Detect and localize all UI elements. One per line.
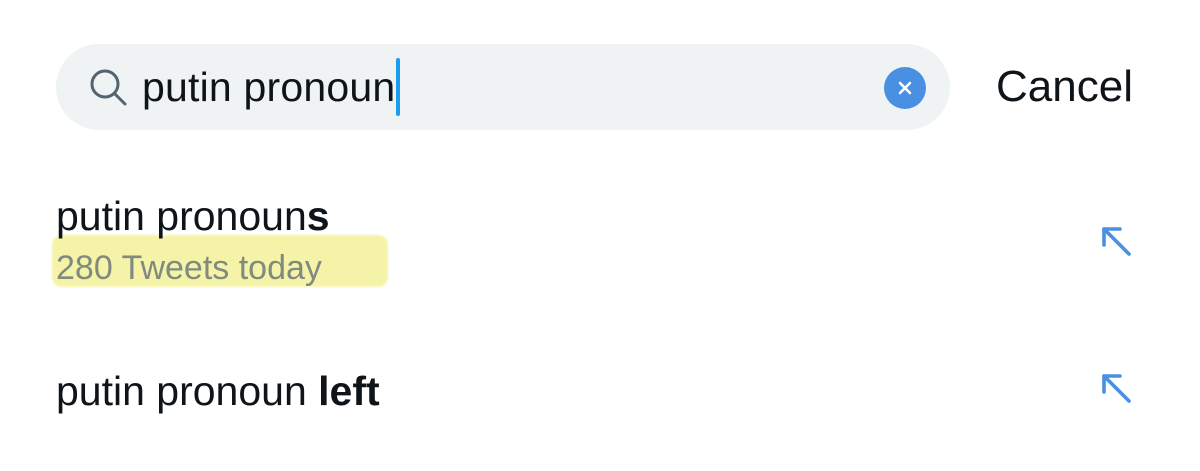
cancel-button[interactable]: Cancel (996, 62, 1133, 112)
search-icon (90, 69, 127, 106)
search-input[interactable]: putin pronoun (142, 52, 401, 122)
suggestion-prefix: putin pronoun (56, 368, 319, 414)
search-suggestion[interactable]: putin pronouns 280 Tweets today (0, 185, 1200, 305)
search-screen: putin pronoun Cancel putin pronouns 280 … (0, 0, 1200, 471)
suggestion-completion: left (318, 368, 380, 414)
suggestion-title: putin pronoun left (56, 368, 380, 415)
search-suggestion[interactable]: putin pronoun left (0, 350, 1200, 440)
close-icon (898, 81, 912, 95)
tweet-count: 280 Tweets today (56, 249, 322, 287)
arrow-up-left-icon[interactable] (1098, 223, 1134, 259)
search-query[interactable]: putin pronoun (142, 64, 395, 111)
suggestion-completion: s (306, 193, 330, 239)
clear-search-button[interactable] (884, 67, 926, 109)
text-caret (396, 58, 401, 116)
arrow-up-left-icon[interactable] (1098, 370, 1134, 406)
suggestion-prefix: putin pronoun (56, 193, 307, 239)
suggestion-title: putin pronouns (56, 193, 330, 240)
